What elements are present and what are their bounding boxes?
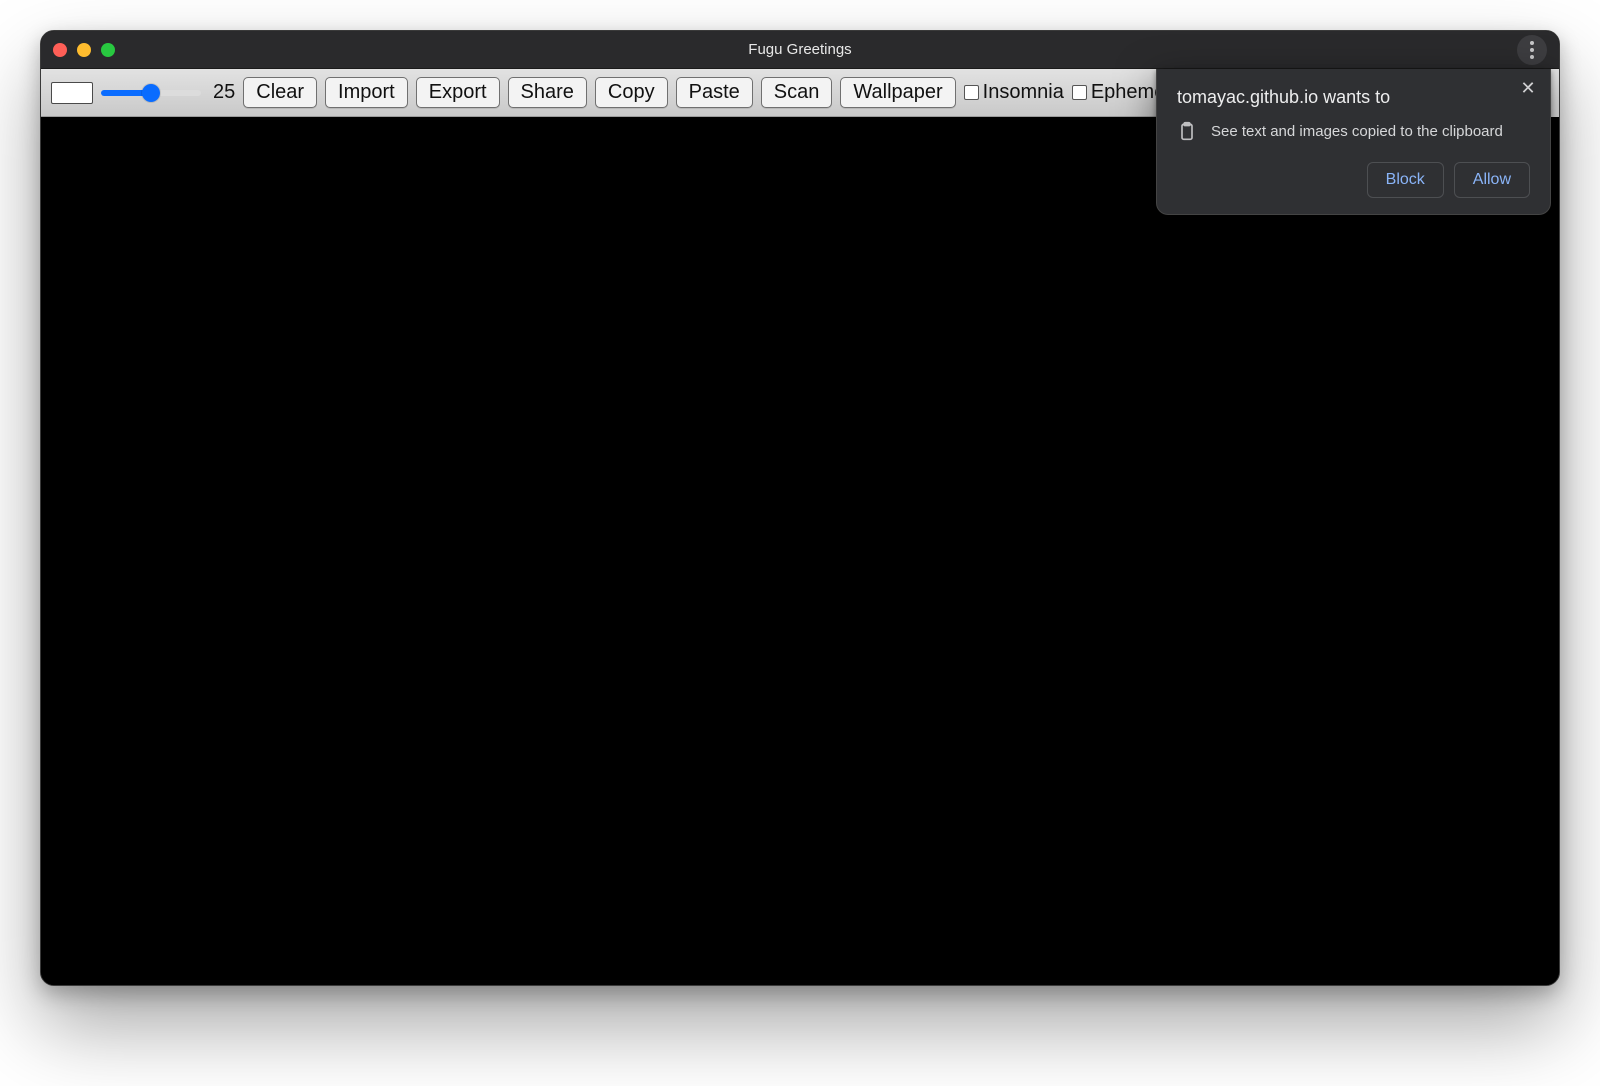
window-minimize-button[interactable]: [77, 43, 91, 57]
menu-kebab-button[interactable]: [1517, 35, 1547, 65]
permission-prompt: ✕ tomayac.github.io wants to See text an…: [1156, 69, 1551, 215]
clear-button[interactable]: Clear: [243, 77, 317, 108]
export-button[interactable]: Export: [416, 77, 500, 108]
traffic-lights: [53, 43, 115, 57]
window-close-button[interactable]: [53, 43, 67, 57]
scan-button[interactable]: Scan: [761, 77, 833, 108]
copy-button[interactable]: Copy: [595, 77, 668, 108]
color-picker[interactable]: [51, 82, 93, 104]
clipboard-icon: [1177, 120, 1197, 142]
permission-description: See text and images copied to the clipbo…: [1211, 123, 1503, 140]
permission-origin: tomayac.github.io wants to: [1177, 87, 1530, 108]
wallpaper-button[interactable]: Wallpaper: [840, 77, 955, 108]
import-button[interactable]: Import: [325, 77, 408, 108]
checkbox-icon: [1072, 85, 1087, 100]
allow-button[interactable]: Allow: [1454, 162, 1530, 198]
scrollbar[interactable]: [1551, 69, 1559, 117]
block-button[interactable]: Block: [1367, 162, 1444, 198]
brush-size-value: 25: [213, 81, 235, 104]
paste-button[interactable]: Paste: [676, 77, 753, 108]
window-zoom-button[interactable]: [101, 43, 115, 57]
drawing-canvas[interactable]: [41, 117, 1559, 985]
window-title: Fugu Greetings: [41, 41, 1559, 58]
close-icon[interactable]: ✕: [1518, 79, 1538, 99]
insomnia-label: Insomnia: [983, 81, 1064, 104]
share-button[interactable]: Share: [508, 77, 587, 108]
app-window: Fugu Greetings 25 Clear Import Export Sh…: [40, 30, 1560, 986]
insomnia-checkbox[interactable]: Insomnia: [964, 81, 1064, 104]
brush-size-slider[interactable]: [101, 81, 201, 105]
checkbox-icon: [964, 85, 979, 100]
titlebar: Fugu Greetings: [41, 31, 1559, 69]
